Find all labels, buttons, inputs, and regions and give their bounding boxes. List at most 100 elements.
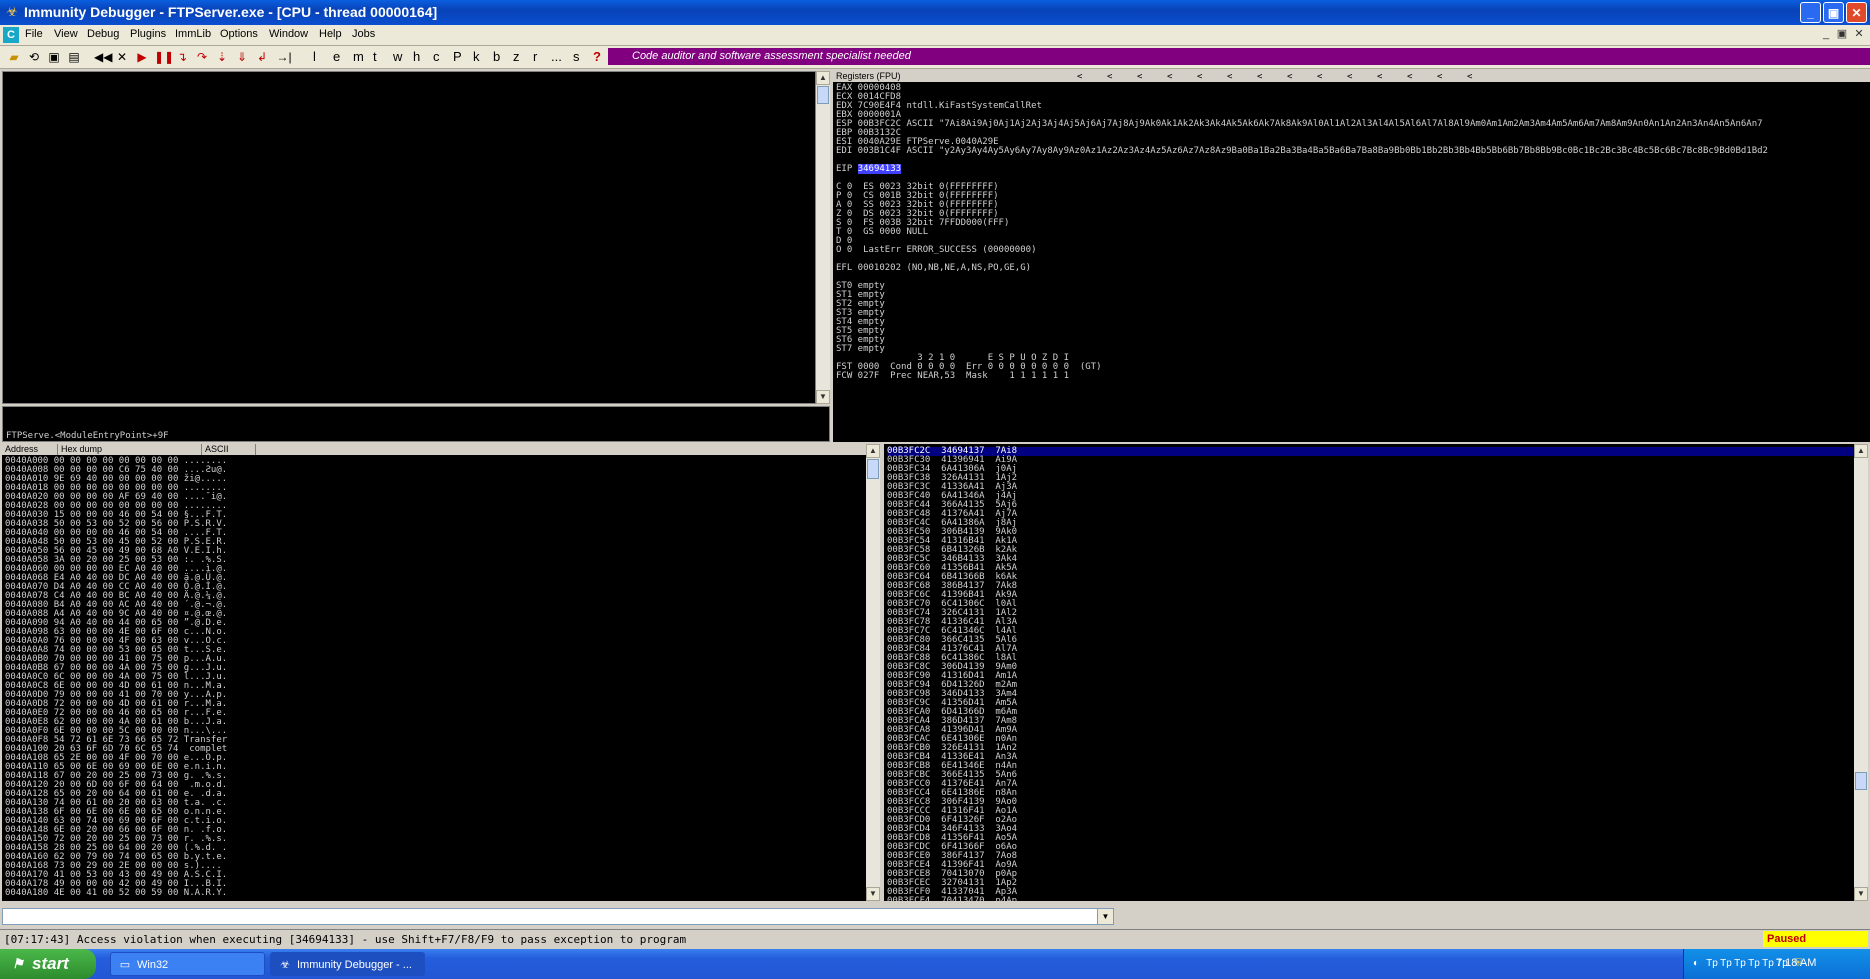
stack-pane[interactable]: 00B3FC2C 34694137 7Ai8 00B3FC30 41396941 … — [884, 444, 1854, 901]
start-button[interactable]: ⚑ start — [0, 949, 96, 979]
goto-icon[interactable]: →| — [276, 49, 292, 65]
step-into-icon[interactable]: ↴ — [174, 49, 190, 65]
col-ascii[interactable]: ASCII — [202, 444, 256, 455]
register-nav-arrow[interactable]: < — [1257, 72, 1262, 82]
toolbar-windows-button[interactable]: w — [393, 49, 402, 65]
scroll-down-icon[interactable]: ▼ — [866, 887, 880, 901]
restart-icon[interactable]: ⟲ — [26, 49, 42, 65]
toolbar-references-button[interactable]: r — [533, 49, 537, 65]
register-nav-arrow[interactable]: < — [1197, 72, 1202, 82]
disassembly-scrollbar[interactable]: ▲ ▼ — [816, 71, 830, 404]
close-process-icon[interactable]: ✕ — [114, 49, 130, 65]
menu-options[interactable]: Options — [220, 28, 258, 40]
toolbar-handles-button[interactable]: h — [413, 49, 420, 65]
status-badge: Paused — [1763, 931, 1868, 947]
register-nav-arrow[interactable]: < — [1437, 72, 1442, 82]
toolbar-patches-button[interactable]: P — [453, 49, 462, 65]
run-icon[interactable]: ▶ — [134, 49, 150, 65]
toolbar-callstack-button[interactable]: k — [473, 49, 480, 65]
mdi-minimize-button[interactable]: _ — [1818, 27, 1834, 42]
command-input[interactable] — [2, 908, 1102, 925]
scroll-thumb[interactable] — [817, 86, 829, 104]
banner-ad[interactable]: Code auditor and software assessment spe… — [608, 48, 1870, 65]
scroll-up-icon[interactable]: ▲ — [816, 71, 830, 85]
scroll-thumb[interactable] — [867, 459, 879, 479]
step-over-icon[interactable]: ↷ — [194, 49, 210, 65]
clock: 7:18 AM — [1776, 957, 1817, 969]
register-nav-arrow[interactable]: < — [1137, 72, 1142, 82]
stack-row[interactable]: 00B3FC2C 34694137 7Ai8 — [887, 447, 1853, 456]
menu-help[interactable]: Help — [319, 28, 342, 40]
hexdump-row: 0040A180 4E 00 41 00 52 00 59 00 N.A.R.Y… — [5, 888, 228, 898]
help-icon[interactable]: ? — [593, 49, 601, 65]
toolbar-threads-button[interactable]: t — [373, 49, 377, 65]
network-icon[interactable]: ◐ — [1688, 956, 1704, 972]
app-icon: ☣ — [6, 4, 18, 19]
open-icon[interactable]: ▰ — [6, 49, 22, 65]
toolbar-memory-button[interactable]: m — [353, 49, 364, 65]
status-bar: [07:17:43] Access violation when executi… — [0, 929, 1870, 950]
trace-into-icon[interactable]: ⇣ — [214, 49, 230, 65]
command-bar: ▼ — [0, 906, 1870, 928]
pause-icon[interactable]: ❚❚ — [154, 49, 174, 65]
mdi-close-button[interactable]: ✕ — [1851, 27, 1867, 42]
scroll-down-icon[interactable]: ▼ — [816, 390, 830, 404]
menu-debug[interactable]: Debug — [87, 28, 119, 40]
register-nav-arrow[interactable]: < — [1287, 72, 1292, 82]
hexdump-pane[interactable]: Address Hex dump ASCII 0040A000 00 00 00… — [2, 444, 866, 901]
task-immunity-debugger[interactable]: ☣ Immunity Debugger - ... — [270, 952, 425, 976]
task-win32[interactable]: ▭ Win32 — [110, 952, 265, 976]
register-nav-arrow[interactable]: < — [1347, 72, 1352, 82]
disassembly-status: FTPServe.<ModuleEntryPoint>+9F — [6, 431, 169, 441]
menu-jobs[interactable]: Jobs — [352, 28, 375, 40]
toolbar-breakpoints-button[interactable]: b — [493, 49, 500, 65]
toolbar-source-button[interactable]: s — [573, 49, 580, 65]
menu-window[interactable]: Window — [269, 28, 308, 40]
register-nav-arrow[interactable]: < — [1227, 72, 1232, 82]
close-button[interactable]: ✕ — [1846, 2, 1867, 23]
scroll-up-icon[interactable]: ▲ — [866, 444, 880, 458]
menu-file[interactable]: File — [25, 28, 43, 40]
attach-icon[interactable]: ▣ — [46, 49, 62, 65]
toolbar-log-button[interactable]: l — [313, 49, 316, 65]
menu-immlib[interactable]: ImmLib — [175, 28, 211, 40]
register-line: ESP 00B3FC2C ASCII "7Ai8Ai9Aj0Aj1Aj2Aj3A… — [836, 119, 1763, 129]
info-pane: FTPServe.<ModuleEntryPoint>+9F — [2, 406, 830, 442]
hexdump-scrollbar[interactable]: ▲ ▼ — [866, 444, 880, 901]
toolbar-run-trace-button[interactable]: ... — [551, 49, 562, 65]
folder-icon: ▭ — [119, 959, 131, 971]
register-nav-arrow[interactable]: < — [1077, 72, 1082, 82]
trace-over-icon[interactable]: ⇓ — [234, 49, 250, 65]
scroll-up-icon[interactable]: ▲ — [1854, 444, 1868, 458]
disassembly-pane[interactable] — [2, 71, 816, 404]
menu-plugins[interactable]: Plugins — [130, 28, 166, 40]
chevron-down-icon[interactable]: ▼ — [1097, 908, 1114, 925]
registers-pane[interactable]: Registers (FPU) < < < < < < < < < < < < < < EAX 00000… — [833, 71, 1870, 442]
eip-value[interactable]: 34694133 — [857, 164, 902, 174]
register-nav-arrow[interactable]: < — [1377, 72, 1382, 82]
scroll-down-icon[interactable]: ▼ — [1854, 887, 1868, 901]
register-nav-arrow[interactable]: < — [1407, 72, 1412, 82]
mdi-restore-button[interactable]: ▣ — [1834, 27, 1850, 42]
maximize-button[interactable]: ▣ — [1823, 2, 1844, 23]
register-nav-arrow[interactable]: < — [1107, 72, 1112, 82]
scroll-thumb[interactable] — [1855, 772, 1867, 790]
col-address[interactable]: Address — [2, 444, 58, 455]
status-message: [07:17:43] Access violation when executi… — [4, 933, 687, 946]
toolbar-executable-modules-button[interactable]: e — [333, 49, 340, 65]
toolbar-z-button[interactable]: z — [513, 49, 520, 65]
menu-view[interactable]: View — [54, 28, 78, 40]
register-nav-arrow[interactable]: < — [1167, 72, 1172, 82]
app-icon: ☣ — [280, 959, 290, 971]
c-icon[interactable]: C — [3, 27, 19, 43]
register-nav-arrow[interactable]: < — [1317, 72, 1322, 82]
col-hex-dump[interactable]: Hex dump — [58, 444, 202, 455]
execute-till-return-icon[interactable]: ↲ — [254, 49, 270, 65]
modules-icon[interactable]: ▤ — [66, 49, 82, 65]
title-bar: ☣ Immunity Debugger - FTPServer.exe - [C… — [0, 0, 1870, 25]
toolbar-cpu-button[interactable]: c — [433, 49, 440, 65]
rewind-icon[interactable]: ◀◀ — [94, 49, 112, 65]
register-nav-arrow[interactable]: < — [1467, 72, 1472, 82]
stack-scrollbar[interactable]: ▲ ▼ — [1854, 444, 1868, 901]
minimize-button[interactable]: _ — [1800, 2, 1821, 23]
